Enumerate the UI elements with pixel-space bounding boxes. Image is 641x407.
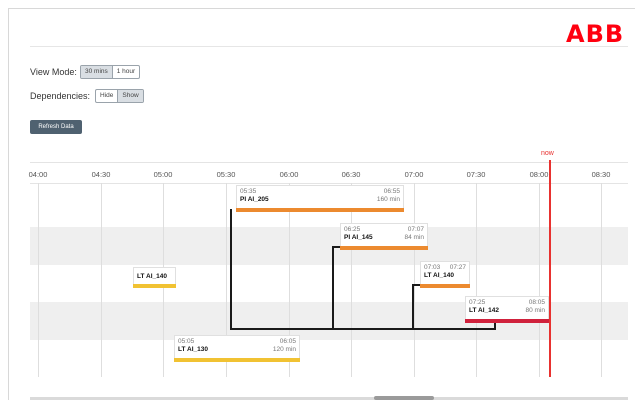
dependencies-label: Dependencies: xyxy=(30,91,91,101)
horizontal-scrollbar-thumb[interactable] xyxy=(374,396,434,400)
grid-line xyxy=(601,183,602,377)
task-name: LT AI_140 xyxy=(424,272,454,279)
task-bar-lt-ai-140[interactable]: 07:03 07:27 LT AI_140 xyxy=(420,261,470,288)
task-progress-bar xyxy=(236,208,404,212)
tick-label: 06:00 xyxy=(279,170,299,179)
task-start-time: 06:25 xyxy=(344,226,361,233)
task-start-time: 07:03 xyxy=(424,264,441,271)
grid-line xyxy=(476,183,477,377)
task-bar-lt-ai-140-early[interactable]: LT AI_140 xyxy=(133,267,176,288)
tick-label: 05:00 xyxy=(153,170,173,179)
dependencies-show-button[interactable]: Show xyxy=(117,90,143,102)
task-duration: 84 min xyxy=(404,234,424,241)
task-progress-bar xyxy=(420,284,470,288)
task-duration: 80 min xyxy=(525,307,545,314)
task-name: PI AI_145 xyxy=(344,234,373,241)
task-name: LT AI_130 xyxy=(178,346,208,353)
view-mode-1-hour-button[interactable]: 1 hour xyxy=(111,66,139,78)
task-end-time: 07:07 xyxy=(407,226,424,233)
grid-line xyxy=(38,183,39,377)
task-duration: 120 min xyxy=(272,346,296,353)
task-progress-bar xyxy=(340,246,428,250)
tick-label: 05:30 xyxy=(216,170,236,179)
task-end-time: 06:05 xyxy=(279,338,296,345)
dependency-connector xyxy=(230,209,232,329)
task-bar-lt-ai-142[interactable]: 07:25 08:05 LT AI_142 80 min xyxy=(465,296,549,323)
task-start-time: 05:35 xyxy=(240,188,257,195)
tick-label: 04:00 xyxy=(28,170,48,179)
task-start-time: 05:05 xyxy=(178,338,195,345)
task-end-time: 06:55 xyxy=(383,188,400,195)
grid-line xyxy=(539,183,540,377)
tick-label: 08:00 xyxy=(529,170,549,179)
tick-label: 08:30 xyxy=(591,170,611,179)
tick-label: 04:30 xyxy=(91,170,111,179)
now-marker-label: now xyxy=(541,150,554,157)
task-progress-bar xyxy=(174,358,300,362)
dependency-connector xyxy=(412,284,420,286)
header-divider xyxy=(30,46,628,47)
dependencies-hide-button[interactable]: Hide xyxy=(96,90,117,102)
dependencies-toggle: Hide Show xyxy=(95,89,144,103)
task-bar-lt-ai-130[interactable]: 05:05 06:05 LT AI_130 120 min xyxy=(174,335,300,362)
task-name: LT AI_142 xyxy=(469,307,499,314)
task-progress-bar xyxy=(133,284,176,288)
task-start-time: 07:25 xyxy=(469,299,486,306)
tick-label: 07:30 xyxy=(466,170,486,179)
timeline-top-rule xyxy=(30,162,628,163)
task-name: PI AI_205 xyxy=(240,196,269,203)
abb-logo: ABB xyxy=(566,20,625,48)
dependency-connector xyxy=(412,284,414,329)
grid-line xyxy=(351,183,352,377)
task-end-time: 07:27 xyxy=(449,264,466,271)
refresh-data-button[interactable]: Refresh Data xyxy=(30,120,82,134)
dependency-connector xyxy=(332,246,334,329)
horizontal-scrollbar-track[interactable] xyxy=(30,397,628,400)
task-bar-pi-ai-205[interactable]: 05:35 06:55 PI AI_205 160 min xyxy=(236,185,404,212)
grid-line xyxy=(101,183,102,377)
task-duration: 160 min xyxy=(376,196,400,203)
view-mode-30-mins-button[interactable]: 30 mins xyxy=(81,66,112,78)
tick-label: 06:30 xyxy=(341,170,361,179)
task-name: LT AI_140 xyxy=(137,273,167,280)
now-marker-line xyxy=(549,160,551,377)
view-mode-label: View Mode: xyxy=(30,67,77,77)
task-progress-bar xyxy=(465,319,549,323)
task-bar-pi-ai-145[interactable]: 06:25 07:07 PI AI_145 84 min xyxy=(340,223,428,250)
task-end-time: 08:05 xyxy=(528,299,545,306)
view-mode-toggle: 30 mins 1 hour xyxy=(80,65,141,79)
grid-line xyxy=(414,183,415,377)
tick-label: 07:00 xyxy=(404,170,424,179)
dependency-connector xyxy=(230,328,494,330)
